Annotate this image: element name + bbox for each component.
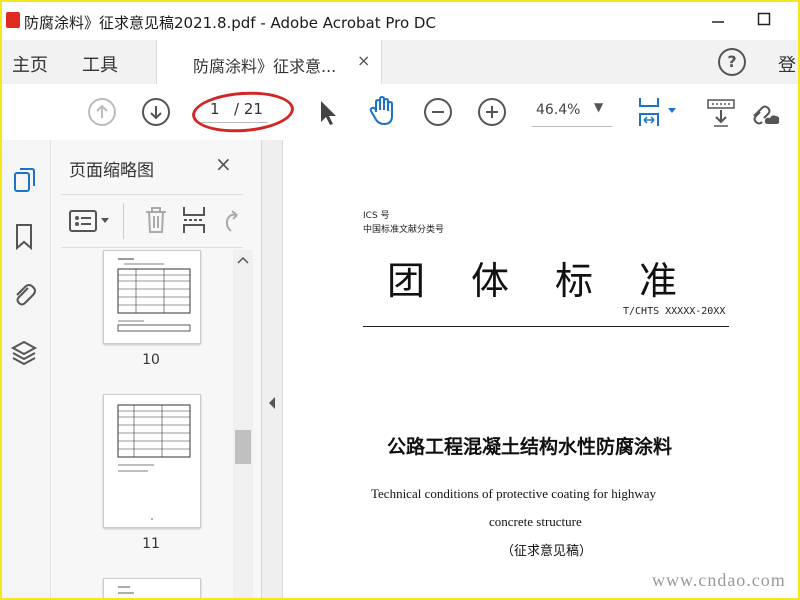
doc-heading: 团体标准 [387, 259, 724, 303]
doc-title-english-line1: Technical conditions of protective coati… [371, 486, 656, 501]
layers-icon [10, 340, 38, 366]
document-view[interactable]: ICS 号 中国标准文献分类号 团体标准 T/CHTS XXXXX-20XX 公… [283, 140, 798, 598]
site-watermark: www.cndao.com [652, 570, 786, 590]
zoom-select[interactable]: 46.4% ▼ [532, 98, 612, 127]
minus-icon [432, 111, 444, 113]
page-preview [117, 258, 191, 332]
panel-collapse-handle[interactable] [262, 140, 283, 598]
plus-icon [486, 106, 498, 118]
menu-home[interactable]: 主页 [12, 51, 48, 77]
delete-page-button[interactable] [143, 205, 169, 239]
chevron-down-icon: ▼ [594, 100, 604, 114]
doc-standard-code: T/CHTS XXXXX-20XX [623, 306, 726, 317]
options-menu-button[interactable] [69, 209, 113, 237]
zoom-in-button[interactable] [478, 98, 506, 126]
zoom-value: 46.4% [536, 102, 581, 118]
tab-close-icon[interactable]: × [357, 51, 370, 70]
collapse-left-icon[interactable] [267, 396, 277, 413]
menu-tools[interactable]: 工具 [82, 51, 118, 77]
doc-classification: 中国标准文献分类号 [363, 225, 445, 235]
thumbnail-page[interactable] [103, 250, 201, 344]
help-icon[interactable]: ? [718, 48, 746, 76]
keyboard-tool-button[interactable] [706, 98, 738, 132]
panel-close-icon[interactable]: × [215, 152, 232, 176]
app-window: 防腐涂料》征求意见稿2021.8.pdf - Adobe Acrobat Pro… [0, 0, 800, 600]
maximize-icon [757, 12, 771, 26]
insert-page-icon [183, 207, 205, 233]
pages-icon [14, 168, 35, 192]
thumbnail-page-number: 11 [142, 536, 160, 552]
doc-title-chinese: 公路工程混凝土结构水性防腐涂料 [387, 436, 673, 458]
title-bar: 防腐涂料》征求意见稿2021.8.pdf - Adobe Acrobat Pro… [2, 2, 798, 40]
insert-page-button[interactable] [181, 205, 209, 239]
menu-bar: 主页 工具 防腐涂料》征求意... × ? 登 [2, 40, 798, 84]
thumbnail-scrollbar[interactable] [233, 250, 253, 598]
toolbar-divider [123, 203, 124, 239]
panel-title: 页面缩略图 [69, 161, 154, 181]
fit-width-icon [639, 98, 676, 126]
zoom-out-button[interactable] [424, 98, 452, 126]
options-list-icon [69, 210, 109, 232]
thumbnail-page-number: 10 [142, 352, 160, 368]
select-tool-button[interactable] [316, 98, 340, 132]
thumbnail-page[interactable] [103, 394, 201, 528]
doc-divider [363, 326, 729, 327]
hand-icon [369, 95, 393, 126]
arrow-up-icon [96, 104, 108, 118]
maximize-button[interactable] [750, 8, 778, 34]
layers-button[interactable] [10, 338, 38, 366]
attachments-button[interactable] [10, 280, 38, 308]
link-cloud-icon [753, 105, 780, 125]
thumbnails-panel: 页面缩略图 × 10 11 [51, 140, 262, 598]
chevron-up-icon [237, 256, 249, 264]
document-tab-label: 防腐涂料》征求意... [193, 57, 337, 76]
panel-toolbar [61, 194, 243, 248]
bookmark-icon [16, 224, 32, 251]
rotate-page-button[interactable] [221, 207, 241, 237]
cursor-arrow-icon [321, 101, 336, 125]
annotation-circle [190, 88, 296, 136]
doc-title-english-line2: concrete structure [489, 514, 582, 529]
thumbnail-page[interactable] [103, 578, 201, 598]
scroll-up-icon[interactable] [237, 254, 249, 268]
prev-page-button[interactable] [88, 98, 116, 126]
trash-icon [146, 207, 166, 233]
page-thumbnails-button[interactable] [10, 166, 38, 194]
toolbar: 1 / 21 46.4% ▼ [2, 84, 798, 141]
paperclip-icon [16, 284, 36, 306]
window-title: 防腐涂料》征求意见稿2021.8.pdf - Adobe Acrobat Pro… [24, 14, 436, 32]
acrobat-icon [6, 12, 20, 28]
left-navigation-rail [2, 140, 51, 598]
doc-draft-note: （征求意见稿） [501, 544, 593, 559]
thumbnail-list: 10 11 [51, 250, 233, 598]
scroll-thumb[interactable] [235, 430, 251, 464]
rotate-icon [225, 210, 238, 232]
page-preview [117, 404, 191, 520]
document-tab[interactable]: 防腐涂料》征求意... × [156, 40, 382, 84]
fit-page-button[interactable] [636, 96, 680, 132]
chevron-left-icon [269, 397, 275, 409]
page-preview [118, 586, 134, 594]
minimize-icon [712, 21, 724, 23]
arrow-down-icon [150, 106, 162, 120]
keyboard-icon [707, 99, 735, 127]
next-page-button[interactable] [142, 98, 170, 126]
link-share-button[interactable] [748, 96, 782, 132]
doc-ics-number: ICS 号 [363, 211, 390, 221]
login-button[interactable]: 登 [778, 51, 796, 77]
bookmarks-button[interactable] [10, 222, 38, 251]
minimize-button[interactable] [704, 8, 732, 34]
hand-tool-button[interactable] [368, 95, 398, 132]
